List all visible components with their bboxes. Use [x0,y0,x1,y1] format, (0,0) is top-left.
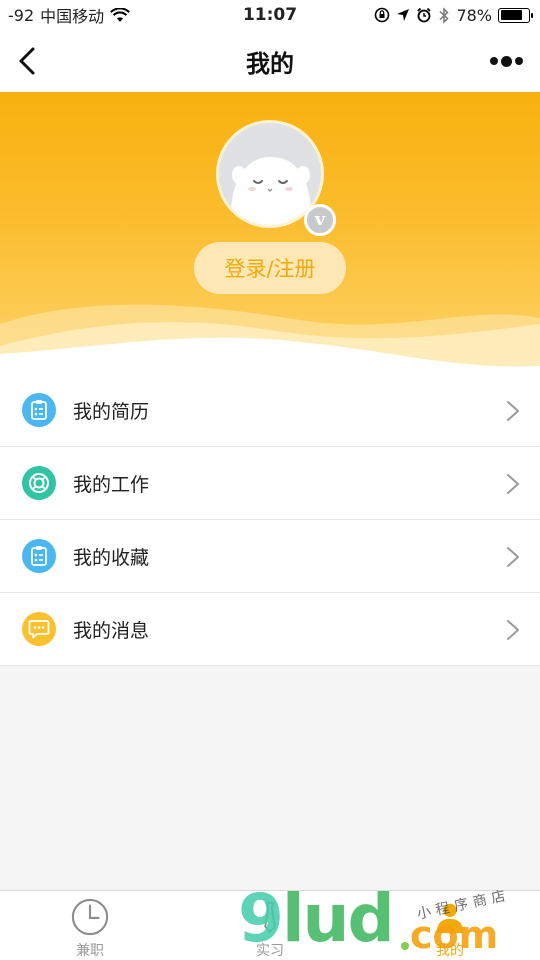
carrier-name: 中国移动 [40,7,105,26]
default-avatar-icon [219,123,321,225]
more-options-button[interactable] [486,48,526,74]
tab-label: 我的 [436,943,464,959]
menu-item-messages[interactable]: 我的消息 [0,593,540,666]
tab-internship[interactable]: 实习 [180,891,360,960]
alarm-icon [417,7,432,23]
profile-header: v 登录/注册 [0,92,540,374]
tab-bar: 兼职 实习 我的 [0,890,540,960]
menu-item-favorites[interactable]: 我的收藏 [0,520,540,593]
menu-item-resume[interactable]: 我的简历 [0,374,540,447]
menu-list: 我的简历 我的工作 我的收藏 我的消息 [0,374,540,666]
chevron-right-icon [507,401,519,421]
battery-percent: 78% [456,5,492,25]
tab-label: 实习 [256,943,284,959]
lifebuoy-icon [22,466,56,500]
vip-badge-letter: v [314,209,326,230]
tab-part-time[interactable]: 兼职 [0,891,180,960]
message-icon [22,612,56,646]
menu-item-label: 我的消息 [73,619,150,642]
chevron-right-icon [507,547,519,567]
back-button[interactable] [12,44,42,78]
battery-level [500,10,522,20]
vip-badge: v [304,204,336,236]
battery-icon [498,7,533,23]
more-dot-icon [500,55,512,67]
resume-icon [22,393,56,427]
tie-icon [264,901,276,934]
more-dot-icon [514,57,523,65]
page-title: 我的 [246,49,294,78]
tab-label: 兼职 [76,943,104,959]
more-dot-icon [489,57,498,65]
chevron-right-icon [507,620,519,640]
menu-item-work[interactable]: 我的工作 [0,447,540,520]
wifi-icon [110,7,131,22]
clock-icon [71,898,109,936]
navigation-bar: 我的 [0,30,540,92]
bluetooth-icon [439,6,450,24]
tab-mine[interactable]: 我的 [360,891,540,960]
menu-item-label: 我的简历 [73,400,150,423]
login-register-button[interactable]: 登录/注册 [194,242,346,294]
clipboard-icon [22,539,56,573]
rotation-lock-icon [375,7,390,23]
status-bar: -92 中国移动 11:07 78% [0,0,540,30]
location-icon [397,9,410,21]
menu-item-label: 我的工作 [73,473,150,496]
status-right: 78% [374,5,533,25]
wave-decoration [0,304,540,374]
status-left: -92 中国移动 [8,3,131,27]
chevron-right-icon [507,474,519,494]
signal-strength: -92 [8,5,35,25]
chevron-left-icon [19,47,35,75]
user-icon [436,903,464,934]
avatar-container[interactable]: v [216,120,336,236]
menu-item-label: 我的收藏 [73,546,150,569]
